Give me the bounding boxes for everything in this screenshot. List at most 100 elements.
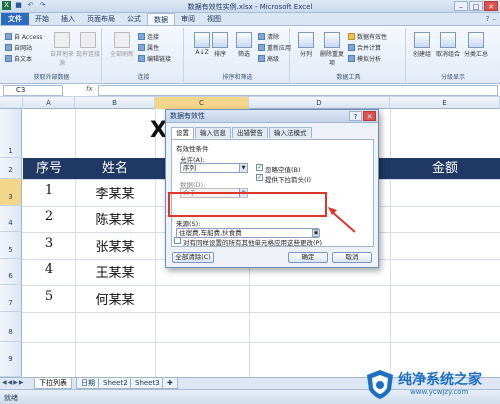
from-access-button[interactable]: 自 Access (5, 32, 42, 41)
tab-formulas[interactable]: 公式 (121, 13, 147, 25)
status-ready: 就绪 (4, 394, 18, 402)
validation-criteria-label: 有效性条件 (176, 145, 209, 153)
dialog-close-button[interactable]: ✕ (363, 111, 376, 121)
sheet-tab-date[interactable]: 日期 (76, 378, 100, 389)
help-icon[interactable]: ? (486, 15, 490, 23)
from-web-button[interactable]: 自网站 (5, 43, 32, 52)
text-to-columns-button[interactable]: 分列 (294, 32, 318, 58)
row-header-2[interactable]: 2 (0, 158, 22, 179)
cell-name[interactable]: 陈某某 (75, 209, 155, 228)
data-validation-button[interactable]: 数据有效性 (348, 32, 387, 41)
column-header-e[interactable]: E (390, 97, 500, 109)
grid-line (22, 342, 500, 343)
minimize-button[interactable]: – (454, 1, 468, 11)
sheet-nav-arrows[interactable]: ◀◀▶▶ (2, 379, 24, 386)
tab-error-alert[interactable]: 出错警告 (232, 127, 268, 138)
tab-page-layout[interactable]: 页面布局 (81, 13, 121, 25)
ignore-blank-checkbox[interactable]: ✓ (256, 164, 263, 171)
edit-links-button[interactable]: 编辑链接 (138, 54, 171, 63)
reapply-button[interactable]: 重新应用 (258, 43, 291, 52)
subtotal-button[interactable]: 分类汇总 (464, 32, 488, 58)
select-all-corner[interactable] (0, 97, 23, 109)
cancel-button[interactable]: 取消 (332, 252, 372, 263)
allow-value: 序列 (183, 164, 196, 172)
row-header-1[interactable]: 1 (0, 109, 22, 158)
header-amount[interactable]: 金额 (390, 158, 500, 179)
sheet-tab-sheet3[interactable]: Sheet3 (130, 378, 165, 389)
column-header-a[interactable]: A (23, 97, 75, 109)
ok-button[interactable]: 确定 (288, 252, 328, 263)
properties-button[interactable]: 属性 (138, 43, 159, 52)
row-header-6[interactable]: 6 (0, 259, 22, 285)
from-other-sources-button[interactable]: 自其他来源 (50, 32, 74, 67)
tab-settings[interactable]: 设置 (171, 127, 194, 139)
header-seq[interactable]: 序号 (23, 158, 75, 179)
apply-all-checkbox[interactable] (174, 237, 181, 244)
row-header-9[interactable]: 9 (0, 342, 22, 377)
tab-insert[interactable]: 插入 (55, 13, 81, 25)
cell-seq[interactable]: 1 (23, 183, 75, 198)
filter-button[interactable]: 筛选 (232, 32, 256, 58)
ribbon-minimize-icon[interactable]: – (493, 15, 497, 23)
row-header-3[interactable]: 3 (0, 179, 22, 206)
cell-name[interactable]: 何某某 (75, 289, 155, 308)
name-box[interactable]: C3 (3, 85, 63, 96)
column-header-c[interactable]: C (155, 97, 249, 109)
clear-button[interactable]: 清除 (258, 32, 279, 41)
row-header-7[interactable]: 7 (0, 285, 22, 312)
consolidate-button[interactable]: 合并计算 (348, 43, 381, 52)
group-label: 数据工具 (336, 74, 361, 81)
grid-line (390, 109, 391, 377)
group-label: 排序和筛选 (222, 74, 253, 81)
tab-ime-mode[interactable]: 输入法模式 (269, 127, 312, 138)
cell-seq[interactable]: 2 (23, 209, 75, 224)
formula-input[interactable] (98, 85, 498, 96)
column-header-d[interactable]: D (249, 97, 390, 109)
group-label: 获取外部数据 (33, 74, 70, 81)
tab-input-message[interactable]: 输入信息 (195, 127, 231, 138)
connections-button[interactable]: 连接 (138, 32, 159, 41)
sheet-tab-dropdown-list[interactable]: 下拉列表 (34, 378, 72, 389)
close-button[interactable]: ✕ (484, 1, 498, 11)
dropdown-checkbox[interactable]: ✓ (256, 174, 263, 181)
chevron-down-icon[interactable]: ▼ (239, 164, 247, 172)
cell-seq[interactable]: 4 (23, 262, 75, 277)
maximize-button[interactable]: □ (469, 1, 483, 11)
sort-button[interactable]: 排序 (208, 32, 232, 58)
insert-function-icon[interactable]: fx (86, 85, 93, 93)
cell-seq[interactable]: 3 (23, 236, 75, 251)
grid-line (22, 285, 500, 286)
cell-name[interactable]: 张某某 (75, 236, 155, 255)
tab-home[interactable]: 开始 (29, 13, 55, 25)
tab-data[interactable]: 数据 (147, 13, 175, 25)
window-title: 数据有效性实例.xlsx - Microsoft Excel (187, 3, 313, 11)
refresh-all-button[interactable]: 全部刷新 (110, 32, 134, 58)
tab-file[interactable]: 文件 (1, 13, 29, 25)
tab-review[interactable]: 审阅 (175, 13, 201, 25)
dialog-help-button[interactable]: ? (349, 111, 362, 121)
what-if-analysis-button[interactable]: 模拟分析 (348, 54, 381, 63)
tab-view[interactable]: 视图 (201, 13, 227, 25)
existing-connections-button[interactable]: 现有连接 (76, 32, 100, 58)
ungroup-button[interactable]: 取消组合 (436, 32, 460, 58)
insert-sheet-icon[interactable]: ✚ (162, 378, 178, 389)
dropdown-label: 提供下拉箭头(I) (265, 176, 311, 184)
row-header-5[interactable]: 5 (0, 232, 22, 259)
range-picker-icon[interactable]: ▣ (312, 229, 320, 237)
column-header-b[interactable]: B (75, 97, 155, 109)
remove-duplicates-button[interactable]: 删除重复项 (318, 32, 346, 67)
clear-all-button[interactable]: 全部清除(C) (172, 252, 214, 263)
header-name[interactable]: 姓名 (75, 158, 155, 179)
sheet-tab-sheet2[interactable]: Sheet2 (98, 378, 133, 389)
row-header-8[interactable]: 8 (0, 312, 22, 342)
row-header-4[interactable]: 4 (0, 206, 22, 232)
cell-name[interactable]: 李某某 (75, 183, 155, 202)
cell-name[interactable]: 王某某 (75, 262, 155, 281)
advanced-button[interactable]: 高级 (258, 54, 279, 63)
group-button[interactable]: 创建组 (410, 32, 434, 58)
from-text-button[interactable]: 自文本 (5, 54, 32, 63)
allow-select[interactable]: 序列 ▼ (180, 163, 248, 173)
window-controls: – □ ✕ (454, 1, 498, 11)
cell-seq[interactable]: 5 (23, 289, 75, 304)
data-validation-dialog: 数据有效性 ? ✕ 设置 输入信息 出错警告 输入法模式 有效性条件 允许(A)… (165, 109, 379, 268)
